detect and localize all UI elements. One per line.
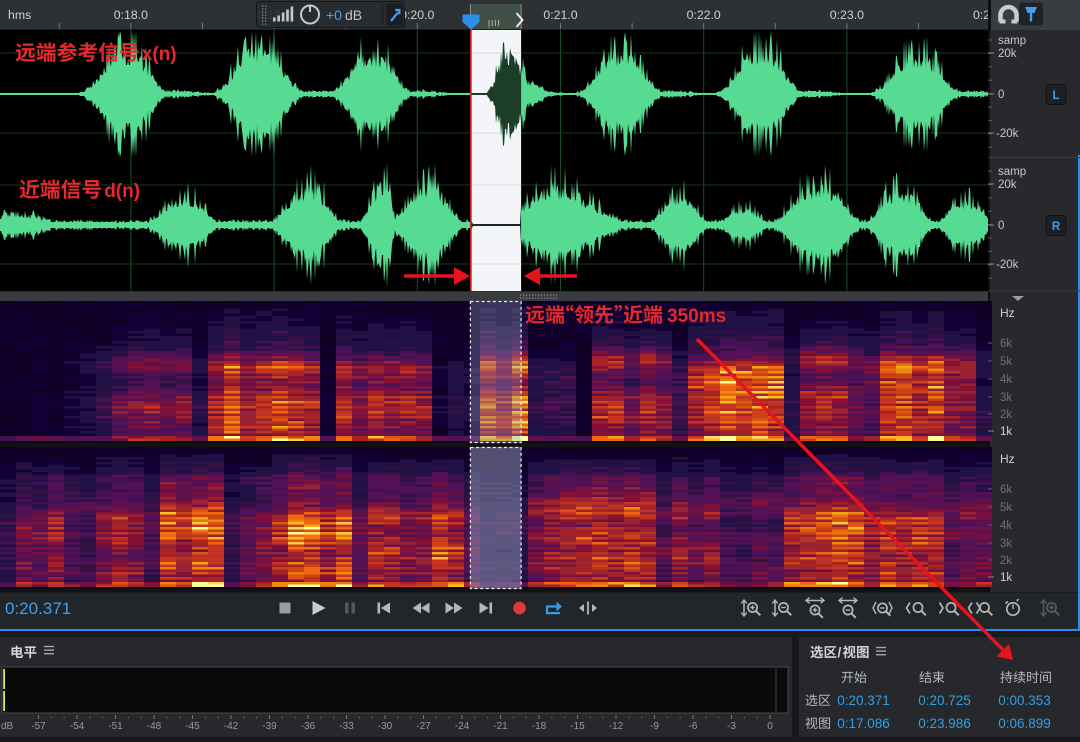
svg-text:0:20.0: 0:20.0 bbox=[400, 8, 434, 22]
svg-text:0:21.0: 0:21.0 bbox=[543, 8, 577, 22]
svg-text:0:18.0: 0:18.0 bbox=[114, 8, 148, 22]
svg-text:0:23.0: 0:23.0 bbox=[830, 8, 864, 22]
svg-text:hms: hms bbox=[8, 8, 31, 22]
svg-text:0:22.0: 0:22.0 bbox=[687, 8, 721, 22]
